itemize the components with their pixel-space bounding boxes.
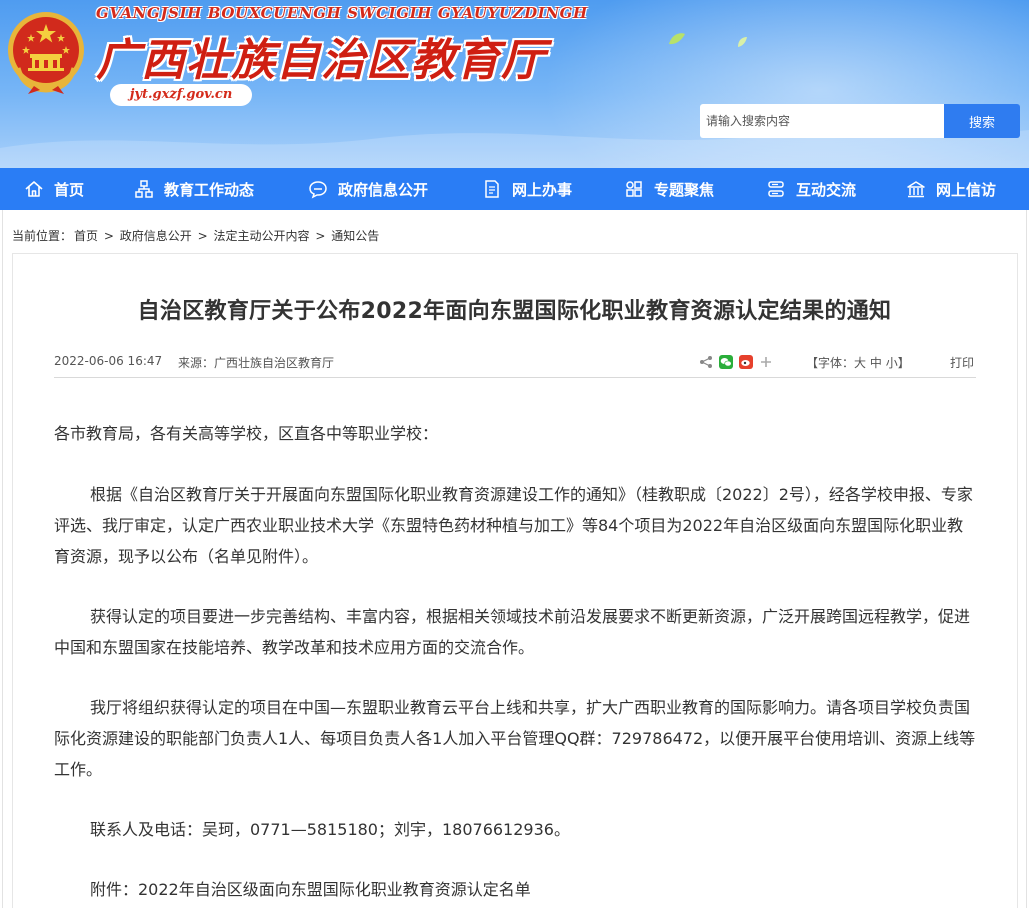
nav-item-gov-info[interactable]: 政府信息公开	[308, 168, 428, 210]
breadcrumb-separator: >	[197, 229, 208, 243]
grid-icon	[626, 181, 642, 197]
site-header: GVANGJSIH BOUXCUENGH SWCIGIH GYAUYUZDING…	[0, 0, 1029, 168]
article-title: 自治区教育厅关于公布2022年面向东盟国际化职业教育资源认定结果的通知	[137, 299, 892, 324]
share-icon[interactable]	[698, 354, 714, 370]
building-icon	[907, 181, 925, 198]
more-share-icon[interactable]	[758, 354, 774, 370]
font-size-control: 【字体：大 中 小】	[806, 354, 910, 371]
print-link[interactable]: 打印	[950, 354, 974, 371]
nav-item-label: 互动交流	[796, 180, 857, 199]
nav-item-interaction[interactable]: 互动交流	[766, 168, 856, 210]
search-bar: 搜索	[700, 104, 1020, 138]
site-url[interactable]: jyt.gxzf.gov.cn	[110, 84, 252, 106]
chat-bubble-icon	[309, 181, 327, 199]
article-greeting: 各市教育局，各有关高等学校，区直各中等职业学校：	[54, 424, 439, 443]
nav-item-label: 教育工作动态	[164, 180, 255, 199]
article-meta-bar: 2022-06-06 16:47 来源：广西壮族自治区教育厅 【字体：大 中 小…	[54, 352, 976, 378]
leaf-decoration-icon	[669, 33, 685, 45]
weibo-share-icon[interactable]	[738, 354, 754, 370]
nav-item-special-topics[interactable]: 专题聚焦	[624, 168, 714, 210]
font-size-suffix: 】	[897, 356, 910, 370]
breadcrumb-separator: >	[315, 229, 326, 243]
wechat-share-icon[interactable]	[718, 354, 734, 370]
nav-item-label: 政府信息公开	[338, 180, 429, 199]
article-paragraph: 联系人及电话：吴珂，0771—5815180；刘宇，18076612936。	[90, 820, 570, 839]
nav-item-label: 网上信访	[936, 180, 997, 199]
article-paragraph: 我厅将组织获得认定的项目在中国—东盟职业教育云平台上线和共享，扩大广西职业教育的…	[54, 698, 976, 779]
share-toolbar	[698, 354, 774, 370]
home-icon	[25, 181, 43, 197]
site-subtitle-zhuang: GVANGJSIH BOUXCUENGH SWCIGIH GYAUYUZDING…	[96, 4, 588, 22]
nav-item-label: 专题聚焦	[654, 180, 715, 199]
search-input[interactable]	[700, 104, 944, 138]
breadcrumb-item-home[interactable]: 首页	[74, 229, 98, 243]
breadcrumb-item-notices[interactable]: 通知公告	[331, 229, 379, 243]
nav-item-label: 首页	[54, 180, 85, 199]
article-paragraph: 附件：2022年自治区级面向东盟国际化职业教育资源认定名单	[90, 880, 531, 899]
main-nav: 首页 教育工作动态 政府信息公开 网上办事 专题聚焦 互动交流 网上信访	[0, 168, 1029, 210]
font-size-medium[interactable]: 中	[870, 356, 882, 370]
breadcrumb-prefix: 当前位置：	[12, 229, 73, 243]
site-title[interactable]: 广西壮族自治区教育厅	[96, 24, 546, 86]
org-chart-icon	[135, 180, 153, 198]
national-emblem-icon	[8, 12, 84, 94]
breadcrumb: 当前位置： 首页 > 政府信息公开 > 法定主动公开内容 > 通知公告	[12, 227, 381, 243]
font-size-large[interactable]: 大	[854, 356, 866, 370]
leaf-decoration-icon	[738, 37, 747, 47]
article-paragraph: 获得认定的项目要进一步完善结构、丰富内容，根据相关领域技术前沿发展要求不断更新资…	[54, 607, 971, 657]
server-stack-icon	[768, 181, 784, 197]
nav-item-home[interactable]: 首页	[24, 168, 84, 210]
font-size-prefix: 【字体：	[806, 356, 855, 370]
nav-item-online-petition[interactable]: 网上信访	[906, 168, 996, 210]
nav-item-education-news[interactable]: 教育工作动态	[134, 168, 254, 210]
font-size-small[interactable]: 小	[886, 356, 898, 370]
nav-item-label: 网上办事	[512, 180, 573, 199]
breadcrumb-separator: >	[103, 229, 114, 243]
search-button[interactable]: 搜索	[944, 104, 1020, 138]
article-source: 来源：广西壮族自治区教育厅	[178, 356, 335, 370]
breadcrumb-item-gov-info[interactable]: 政府信息公开	[120, 229, 192, 243]
breadcrumb-item-legal-disclosure[interactable]: 法定主动公开内容	[213, 229, 309, 243]
nav-item-online-services[interactable]: 网上办事	[482, 168, 572, 210]
article-paragraph: 根据《自治区教育厅关于开展面向东盟国际化职业教育资源建设工作的通知》（桂教职成〔…	[54, 485, 973, 566]
publish-date: 2022-06-06 16:47	[54, 354, 163, 368]
document-edit-icon	[485, 180, 499, 198]
